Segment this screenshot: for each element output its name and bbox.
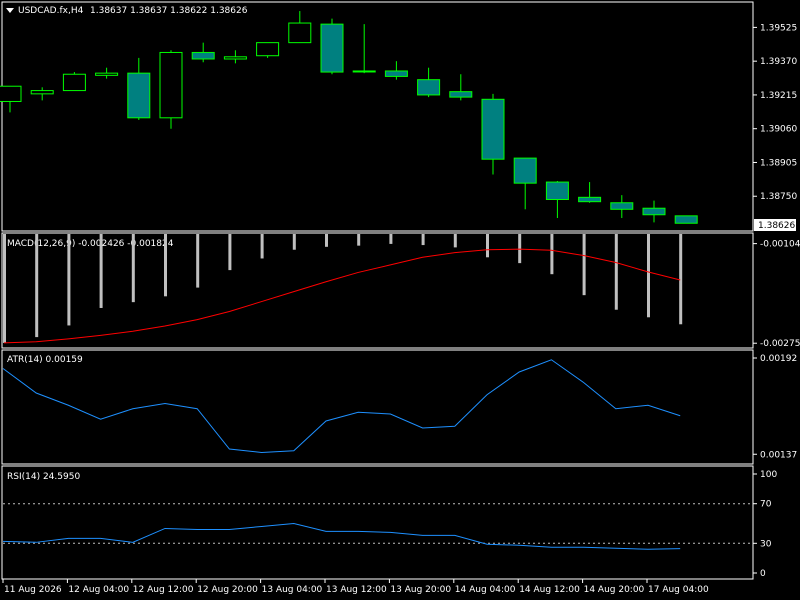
candle-body	[127, 72, 151, 119]
macd-bar	[389, 234, 393, 244]
candle-body	[256, 42, 280, 57]
time-tick-label: 14 Aug 04:00	[455, 585, 516, 595]
time-tick-label: 17 Aug 04:00	[648, 585, 709, 595]
price-tick-label: 1.38750	[760, 192, 797, 202]
time-tick-label: 14 Aug 12:00	[519, 585, 580, 595]
time-tick-label: 12 Aug 20:00	[197, 585, 258, 595]
atr-title: ATR(14) 0.00159	[7, 355, 83, 365]
candle-body	[610, 202, 634, 210]
candle-body	[288, 22, 312, 44]
macd-bar	[453, 234, 457, 248]
macd-bar	[260, 234, 264, 259]
candle-body	[513, 157, 537, 184]
candle-body	[384, 70, 408, 77]
price-tick-label: 1.39215	[760, 91, 797, 101]
macd-bar	[421, 234, 425, 246]
atr-tick-label: 0.00192	[760, 354, 797, 364]
time-tick-label: 12 Aug 04:00	[68, 585, 129, 595]
price-tick-label: 1.38905	[760, 158, 797, 168]
rsi-tick-label: 100	[760, 470, 777, 480]
candle-body	[191, 51, 215, 60]
price-tick-label: 1.39525	[760, 23, 797, 33]
candle-body	[223, 56, 247, 60]
macd-title: MACD(12,26,9) -0.002426 -0.001824	[7, 239, 174, 249]
time-tick-label: 11 Aug 2026	[4, 585, 62, 595]
macd-bar	[131, 234, 135, 303]
rsi-tick-label: 70	[760, 500, 772, 510]
rsi-title: RSI(14) 24.5950	[7, 472, 80, 482]
candle-body	[642, 207, 666, 216]
time-tick-label: 13 Aug 04:00	[262, 585, 323, 595]
candle-body	[320, 23, 344, 73]
rsi-tick-label: 30	[760, 539, 772, 549]
candle-body	[0, 85, 22, 102]
candle	[674, 215, 698, 224]
candle-body	[545, 181, 569, 201]
macd-bar	[357, 234, 361, 246]
time-tick-label: 12 Aug 12:00	[133, 585, 194, 595]
candle-body	[481, 98, 505, 160]
candle	[62, 72, 86, 92]
candle-body	[352, 70, 376, 73]
macd-tick-label: -0.002755	[760, 339, 800, 349]
symbol-label: USDCAD.fx,H4	[18, 6, 84, 16]
price-tick-label: 1.39370	[760, 57, 797, 67]
macd-bar	[99, 234, 103, 308]
macd-bar	[486, 234, 489, 258]
candle-body	[62, 73, 86, 92]
macd-bar	[582, 234, 586, 296]
macd-bar	[647, 234, 650, 318]
candle-body	[30, 90, 54, 95]
candle-body	[674, 215, 698, 224]
candle	[320, 18, 344, 75]
candle-body	[159, 51, 183, 119]
time-tick-label: 13 Aug 12:00	[326, 585, 387, 595]
trading-chart[interactable]: USDCAD.fx,H4 1.38637 1.38637 1.38622 1.3…	[0, 0, 800, 600]
candle-body	[578, 196, 602, 203]
atr-tick-label: 0.00137	[760, 450, 797, 460]
macd-bar	[679, 234, 683, 325]
macd-bar	[325, 234, 328, 247]
macd-bar	[35, 234, 39, 338]
macd-bar	[614, 234, 618, 310]
time-tick-label: 13 Aug 20:00	[390, 585, 451, 595]
price-tick-label: 1.39060	[760, 125, 797, 135]
candle-body	[95, 72, 119, 76]
candle	[256, 42, 280, 58]
current-price-label: 1.38626	[758, 221, 795, 231]
candle-body	[449, 91, 473, 98]
macd-bar	[3, 234, 6, 343]
macd-bar	[228, 234, 232, 271]
time-tick-label: 14 Aug 20:00	[584, 585, 645, 595]
macd-bar	[292, 234, 296, 250]
rsi-tick-label: 0	[760, 569, 766, 579]
candle-body	[417, 79, 441, 96]
macd-bar	[164, 234, 167, 297]
macd-bar	[196, 234, 200, 288]
candle	[159, 50, 183, 129]
ohlc-readout: 1.38637 1.38637 1.38622 1.38626	[90, 6, 248, 16]
macd-bar	[550, 234, 554, 275]
macd-bar	[518, 234, 522, 264]
macd-bar	[67, 234, 71, 326]
macd-tick-label: -0.001045	[760, 240, 800, 250]
